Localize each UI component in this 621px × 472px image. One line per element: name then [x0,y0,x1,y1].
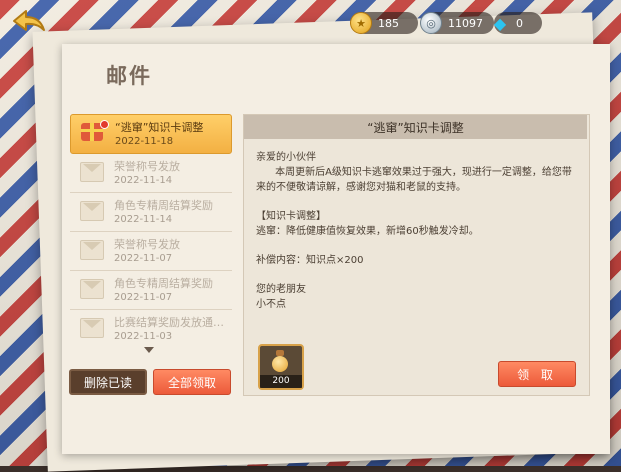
mail-item[interactable]: 角色专精周结算奖励 2022-11-14 [70,193,232,232]
body-paragraph: 本周更新后A级知识卡逃窜效果过于强大，现进行一定调整，给您带来的不便敬请谅解，感… [256,167,572,193]
mail-title: 角色专精周结算奖励 [114,199,213,212]
mail-title: 荣誉称号发放 [114,160,180,173]
scroll-down-arrow-icon[interactable] [144,347,154,353]
signature-text: 小不点 [256,299,286,310]
envelope-icon [80,318,104,338]
page-title: 邮件 [106,64,152,88]
silver-amount: 11097 [448,16,483,30]
gem-amount: 0 [516,16,523,30]
signoff-text: 您的老朋友 [256,284,306,295]
gold-amount: 185 [378,16,399,30]
envelope-icon [80,201,104,221]
gold-coin-icon: ★ [350,12,372,34]
mail-item[interactable]: 荣誉称号发放 2022-11-07 [70,232,232,271]
compensation-text: 补偿内容：知识点×200 [256,255,364,266]
gold-counter: ★ 185 [350,12,418,34]
section-heading: 【知识卡调整】 [256,211,326,222]
mail-item[interactable]: 角色专精周结算奖励 2022-11-07 [70,271,232,310]
mail-detail-body: 亲爱的小伙伴 本周更新后A级知识卡逃窜效果过于强大，现进行一定调整，给您带来的不… [256,150,578,312]
mail-title: “逃窜”知识卡调整 [115,121,204,134]
mail-detail-title: “逃窜”知识卡调整 [244,115,587,139]
reward-count: 200 [260,375,302,388]
adjustment-text: 逃窜：降低健康值恢复效果，新增60秒触发冷却。 [256,226,479,237]
claim-all-button[interactable]: 全部领取 [153,369,231,395]
diamond-plus-icon: ◆ [493,13,507,33]
claim-button[interactable]: 领 取 [498,361,576,387]
mail-title: 荣誉称号发放 [114,238,180,251]
mail-item[interactable]: “逃窜”知识卡调整 2022-11-18 [70,114,232,154]
top-bar: ★ 185 ◎ 11097 ◆ 0 [0,0,621,44]
mail-date: 2022-11-18 [115,136,174,147]
mail-date: 2022-11-14 [114,175,173,186]
envelope-icon [80,279,104,299]
envelope-icon [80,162,104,182]
envelope-icon [80,240,104,260]
mail-item[interactable]: 荣誉称号发放 2022-11-14 [70,154,232,193]
potion-bottle-icon [272,350,288,372]
mail-item[interactable]: 比赛结算奖励发放通… 2022-11-03 [70,310,232,346]
mail-title: 角色专精周结算奖励 [114,277,213,290]
mail-date: 2022-11-03 [114,331,173,342]
greeting-text: 亲爱的小伙伴 [256,152,316,163]
mail-title: 比赛结算奖励发放通… [114,316,224,329]
silver-counter: ◎ 11097 [420,12,494,34]
unread-dot [100,120,109,129]
back-button[interactable] [10,8,48,34]
silver-coin-icon: ◎ [420,12,442,34]
delete-read-button[interactable]: 删除已读 [69,369,147,395]
mail-date: 2022-11-07 [114,292,173,303]
mail-list[interactable]: “逃窜”知识卡调整 2022-11-18 荣誉称号发放 2022-11-14 角… [70,114,232,346]
back-arrow-icon [13,10,45,31]
gem-counter[interactable]: ◆ 0 [494,12,542,34]
mail-date: 2022-11-07 [114,253,173,264]
mail-date: 2022-11-14 [114,214,173,225]
reward-item[interactable]: 200 [258,344,304,390]
